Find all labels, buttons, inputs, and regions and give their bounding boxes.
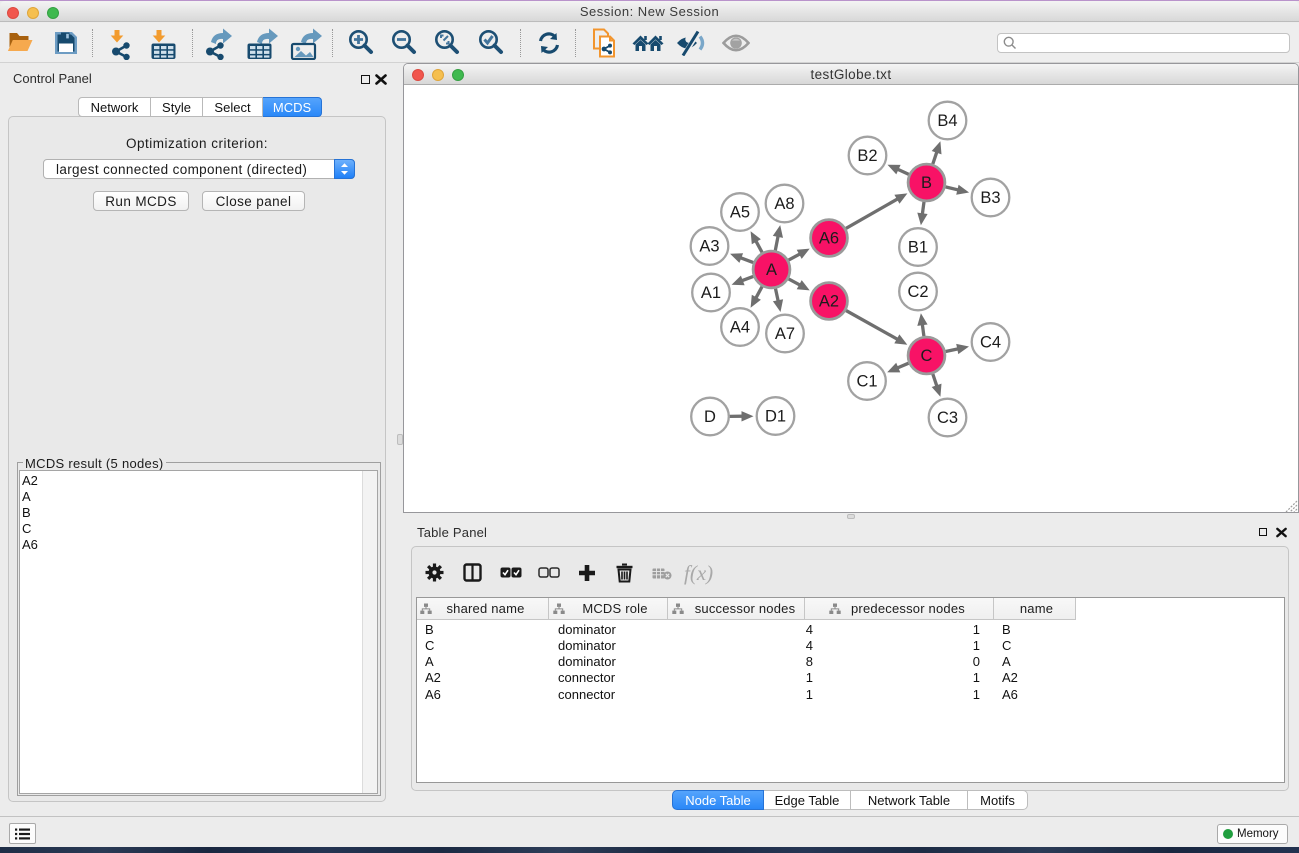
svg-text:A: A: [766, 261, 777, 279]
svg-text:C2: C2: [907, 283, 928, 301]
svg-text:B1: B1: [908, 239, 928, 257]
svg-text:A7: A7: [775, 325, 795, 343]
svg-text:A5: A5: [730, 204, 750, 222]
svg-text:A2: A2: [819, 293, 839, 311]
svg-text:B3: B3: [980, 189, 1000, 207]
svg-text:A3: A3: [699, 238, 719, 256]
svg-text:C4: C4: [980, 334, 1001, 352]
svg-text:C1: C1: [856, 373, 877, 391]
svg-text:A1: A1: [701, 284, 721, 302]
svg-text:B: B: [921, 174, 932, 192]
svg-text:C3: C3: [937, 409, 958, 427]
svg-text:A4: A4: [730, 319, 750, 337]
svg-text:B4: B4: [937, 112, 957, 130]
svg-text:D: D: [704, 408, 716, 426]
svg-text:A8: A8: [774, 195, 794, 213]
svg-text:C: C: [921, 347, 933, 365]
svg-text:D1: D1: [765, 408, 786, 426]
svg-text:B2: B2: [857, 147, 877, 165]
svg-text:A6: A6: [819, 230, 839, 248]
